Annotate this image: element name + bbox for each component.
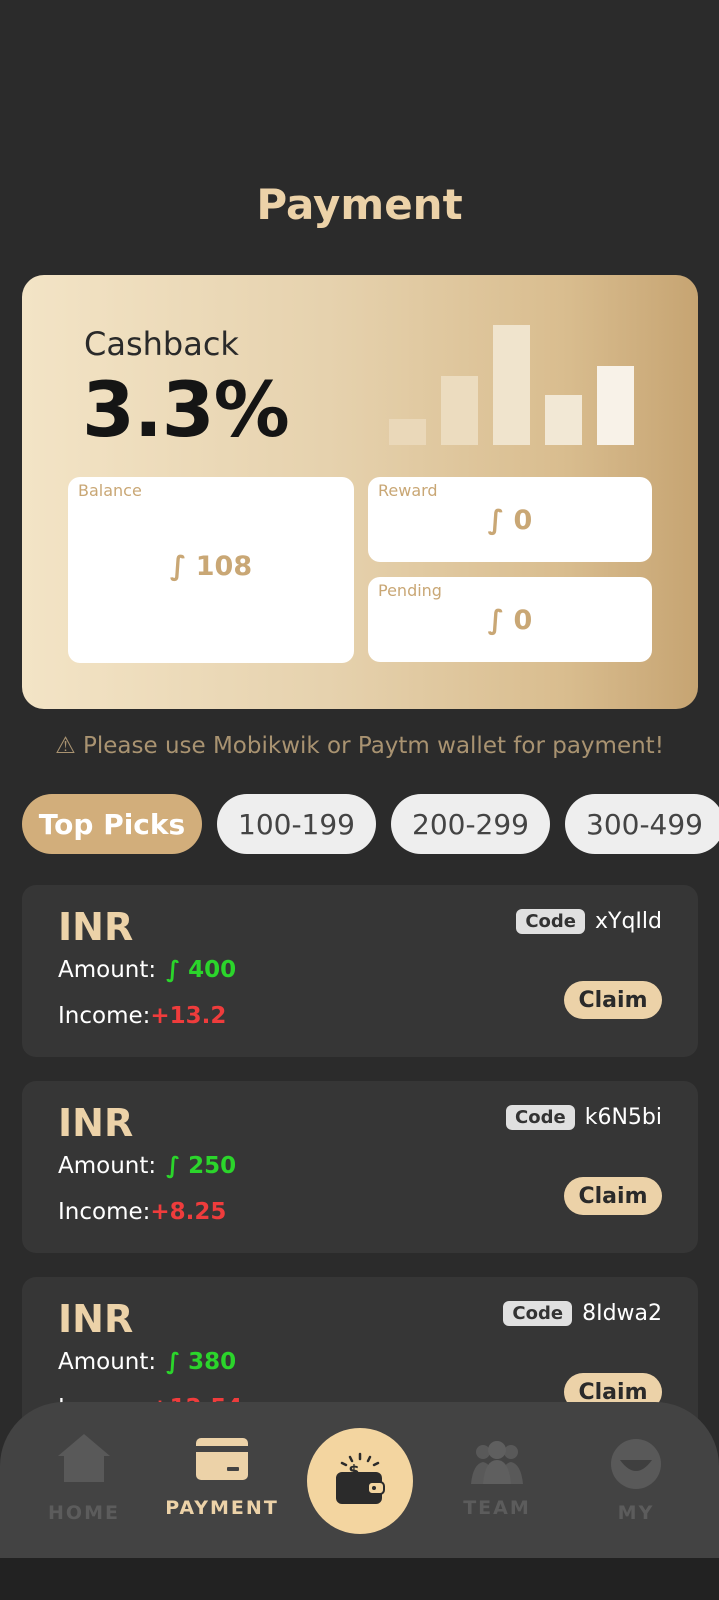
code-value: xYqIld: [595, 909, 662, 934]
page-title: Payment: [256, 180, 463, 229]
order-code: Code xYqIld: [516, 909, 662, 934]
filter-100-199[interactable]: 100-199: [217, 794, 376, 854]
order-code: Code 8Idwa2: [503, 1301, 662, 1326]
reward-label: Reward: [378, 481, 438, 500]
nav-payment[interactable]: PAYMENT: [162, 1402, 282, 1558]
claim-button[interactable]: Claim: [564, 981, 662, 1019]
order-income: Income:+13.2: [58, 1003, 227, 1029]
order-code: Code k6N5bi: [506, 1105, 662, 1130]
order-currency: INR: [58, 905, 134, 949]
reward-box: Reward ∫ 0: [368, 477, 652, 562]
filter-200-299[interactable]: 200-299: [391, 794, 550, 854]
nav-my-label: MY: [617, 1502, 655, 1524]
nav-team[interactable]: TEAM: [437, 1402, 557, 1558]
pending-value: ∫ 0: [487, 605, 533, 636]
nav-home-label: HOME: [48, 1502, 120, 1524]
profile-icon: [611, 1439, 661, 1489]
balance-box: Balance ∫ 108: [68, 477, 354, 663]
code-value: 8Idwa2: [582, 1301, 662, 1326]
order-amount: Amount: ∫ 380: [58, 1349, 237, 1375]
nav-home[interactable]: HOME: [24, 1402, 144, 1558]
order-amount: Amount: ∫ 250: [58, 1153, 237, 1179]
claim-button[interactable]: Claim: [564, 1177, 662, 1215]
code-value: k6N5bi: [584, 1105, 662, 1130]
balance-label: Balance: [78, 481, 142, 500]
order-income: Income:+8.25: [58, 1199, 227, 1225]
code-tag: Code: [516, 909, 585, 934]
order-card: INR Amount: ∫ 400 Income:+13.2 Code xYqIl…: [22, 885, 698, 1057]
filter-chips: Top Picks 100-199 200-299 300-499: [22, 794, 719, 854]
code-tag: Code: [506, 1105, 575, 1130]
balance-value: ∫ 108: [169, 551, 253, 582]
team-icon: [471, 1441, 523, 1484]
pending-label: Pending: [378, 581, 442, 600]
pending-box: Pending ∫ 0: [368, 577, 652, 662]
bar-chart-icon: [389, 325, 639, 445]
order-currency: INR: [58, 1297, 134, 1341]
cashback-label: Cashback: [84, 325, 239, 363]
filter-300-499[interactable]: 300-499: [565, 794, 719, 854]
order-card: INR Amount: ∫ 250 Income:+8.25 Code k6N5b…: [22, 1081, 698, 1253]
payment-notice: ⚠ Please use Mobikwik or Paytm wallet fo…: [55, 733, 664, 759]
cashback-value: 3.3%: [82, 365, 290, 454]
reward-value: ∫ 0: [487, 505, 533, 536]
wallet-icon: $: [336, 1452, 385, 1504]
filter-top-picks[interactable]: Top Picks: [22, 794, 202, 854]
order-amount: Amount: ∫ 400: [58, 957, 237, 983]
order-currency: INR: [58, 1101, 134, 1145]
nav-team-label: TEAM: [463, 1497, 531, 1519]
wallet-center-button[interactable]: $: [307, 1428, 413, 1534]
system-bar: [0, 1558, 719, 1600]
card-icon: [196, 1438, 248, 1480]
cashback-card: Cashback 3.3% Balance ∫ 108 Reward ∫ 0 P…: [22, 275, 698, 709]
svg-text:$: $: [348, 1461, 359, 1480]
home-icon: [58, 1434, 110, 1482]
nav-payment-label: PAYMENT: [165, 1497, 279, 1519]
nav-my[interactable]: MY: [576, 1402, 696, 1558]
code-tag: Code: [503, 1301, 573, 1326]
